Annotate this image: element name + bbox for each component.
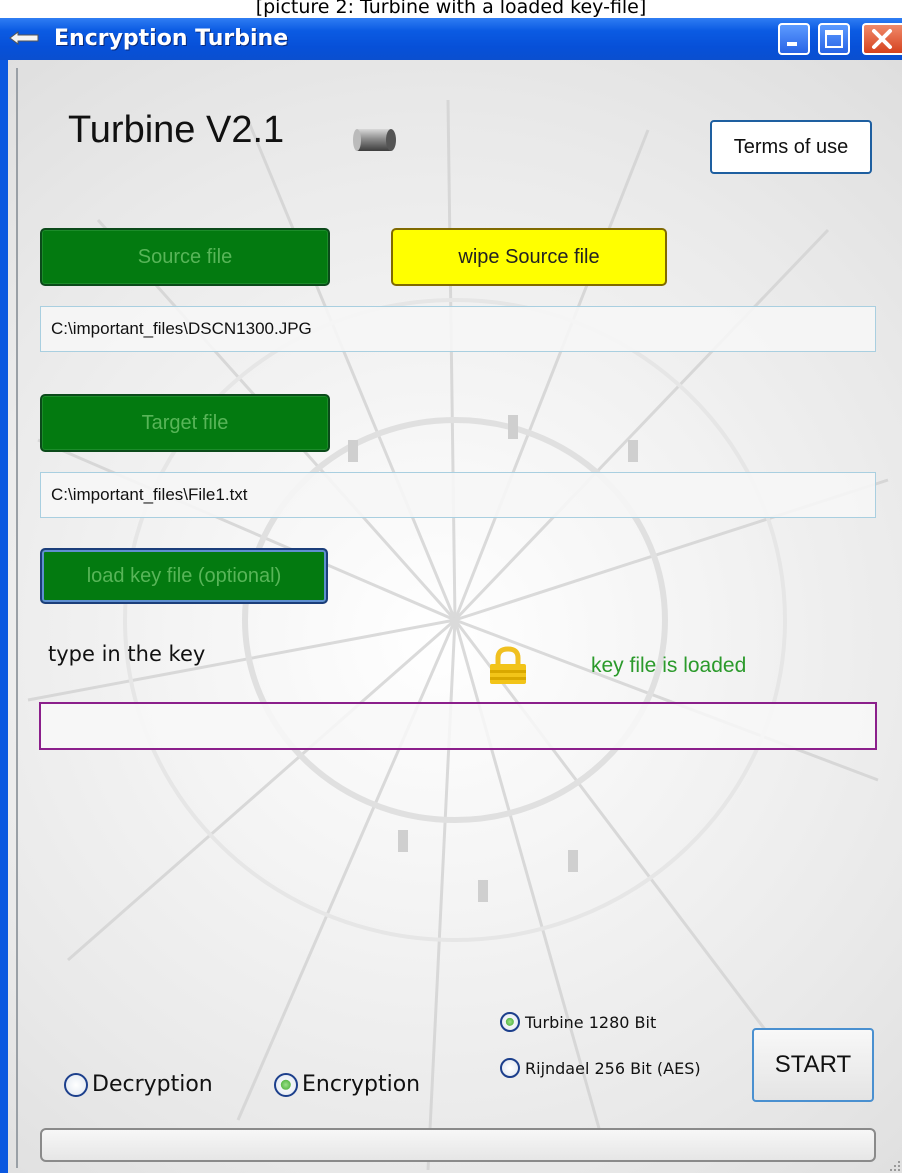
resize-grip-icon[interactable] [886,1157,902,1173]
terms-of-use-button[interactable]: Terms of use [710,120,872,174]
radio-rijndael-256[interactable]: Rijndael 256 Bit (AES) [500,1058,701,1078]
wipe-source-file-button[interactable]: wipe Source file [391,228,667,286]
window-title: Encryption Turbine [54,26,289,51]
source-path-field[interactable]: C:\important_files\DSCN1300.JPG [40,306,876,352]
minimize-button[interactable] [778,23,810,55]
target-file-button[interactable]: Target file [40,394,330,452]
radio-indicator [500,1058,520,1078]
app-window: Encryption Turbine Turbine V2.1 Terms of… [0,18,902,1173]
title-bar[interactable]: Encryption Turbine [0,18,902,60]
cylinder-icon [353,129,396,151]
arrow-left-icon [9,31,39,45]
maximize-button[interactable] [818,23,850,55]
frame-border [16,68,18,1168]
source-file-button[interactable]: Source file [40,228,330,286]
radio-label: Turbine 1280 Bit [525,1012,657,1032]
radio-decryption[interactable]: Decryption [64,1072,213,1097]
load-key-file-button[interactable]: load key file (optional) [40,548,328,604]
close-icon [872,29,892,49]
turbine-background-art [27,99,889,1171]
start-button[interactable]: START [752,1028,874,1102]
radio-encryption[interactable]: Encryption [274,1072,420,1097]
key-input[interactable] [39,702,877,750]
target-path-field[interactable]: C:\important_files\File1.txt [40,472,876,518]
radio-indicator [64,1072,88,1097]
key-label: type in the key [48,642,206,666]
maximize-icon [825,30,843,48]
radio-label: Decryption [92,1072,213,1097]
radio-turbine-1280[interactable]: Turbine 1280 Bit [500,1012,656,1032]
progress-bar [40,1128,876,1162]
radio-label: Rijndael 256 Bit (AES) [525,1058,701,1078]
radio-label: Encryption [302,1072,421,1097]
client-area: Turbine V2.1 Terms of use Source file wi… [8,60,902,1173]
image-caption: [picture 2: Turbine with a loaded key-fi… [255,0,647,18]
padlock-icon [490,646,526,684]
radio-indicator [274,1072,298,1097]
close-button[interactable] [862,23,902,55]
radio-indicator [500,1012,520,1032]
turbine-background [8,60,902,1173]
key-file-status: key file is loaded [591,654,747,677]
minimize-icon [787,42,797,46]
app-title: Turbine V2.1 [68,109,285,151]
